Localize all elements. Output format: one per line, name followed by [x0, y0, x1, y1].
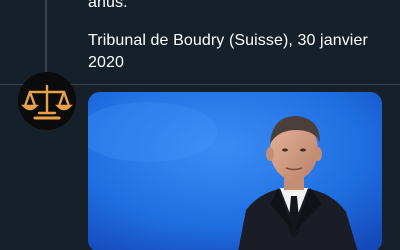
tweet-media-image[interactable] [88, 92, 382, 250]
avatar[interactable] [18, 72, 76, 130]
tweet-source-line: 2020 [88, 54, 124, 71]
tweet-body-text: anus. Tribunal de Boudry (Suisse), 30 ja… [88, 0, 388, 74]
tweet-text-line: anus. [88, 0, 128, 11]
tweet-source-line: Tribunal de Boudry (Suisse), 30 janvier [88, 32, 368, 49]
scales-of-justice-icon [18, 72, 76, 130]
photo-man-in-suit [88, 92, 382, 250]
tweet-thread: anus. Tribunal de Boudry (Suisse), 30 ja… [0, 0, 400, 250]
